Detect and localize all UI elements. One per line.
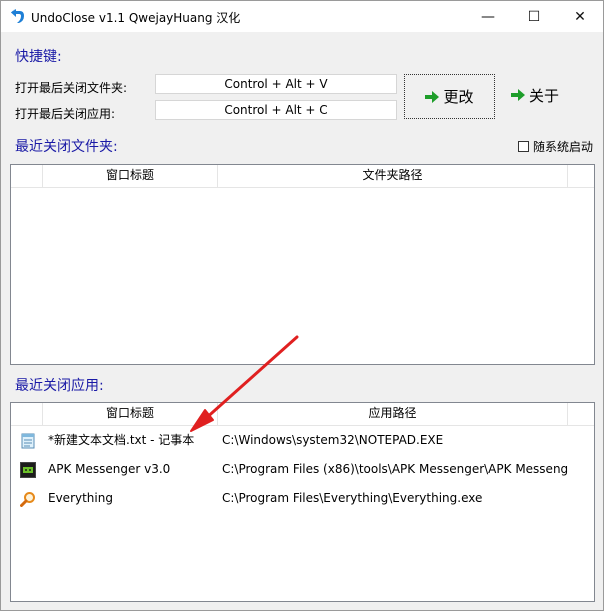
apps-icon-column-header <box>11 403 43 425</box>
undo-arrow-icon <box>11 9 24 23</box>
app-path: C:\Program Files (x86)\tools\APK Messeng… <box>222 462 569 476</box>
about-button[interactable]: 关于 <box>511 83 559 107</box>
autostart-option[interactable]: 随系统启动 <box>518 138 593 155</box>
app-window-title: Everything <box>48 491 113 505</box>
folders-title-column-header[interactable]: 窗口标题 <box>43 165 218 187</box>
title-bar[interactable]: UndoClose v1.1 QwejayHuang 汉化 — ☐ ✕ <box>1 1 603 32</box>
apps-path-column-header[interactable]: 应用路径 <box>218 403 568 425</box>
recent-apps-list[interactable]: 窗口标题 应用路径 *新建文本文档.txt - 记事本 C:\Windows\s… <box>10 402 595 602</box>
folders-path-column-header[interactable]: 文件夹路径 <box>218 165 568 187</box>
window-title: UndoClose v1.1 QwejayHuang 汉化 <box>31 11 241 25</box>
app-hotkey-field[interactable]: Control + Alt + C <box>155 100 397 120</box>
apps-list-header: 窗口标题 应用路径 <box>11 403 594 426</box>
folder-hotkey-label: 打开最后关闭文件夹: <box>15 81 128 95</box>
app-window-title: APK Messenger v3.0 <box>48 462 171 476</box>
close-button[interactable]: ✕ <box>557 1 603 32</box>
table-row[interactable]: APK Messenger v3.0 C:\Program Files (x86… <box>11 455 594 484</box>
apps-section-title: 最近关闭应用: <box>15 378 104 394</box>
recent-folders-list[interactable]: 窗口标题 文件夹路径 <box>10 164 595 365</box>
table-row[interactable]: Everything C:\Program Files\Everything\E… <box>11 484 594 513</box>
minimize-button[interactable]: — <box>465 1 511 32</box>
apps-title-column-header[interactable]: 窗口标题 <box>43 403 218 425</box>
green-arrow-icon <box>425 90 440 103</box>
about-button-label: 关于 <box>529 86 560 105</box>
app-window: UndoClose v1.1 QwejayHuang 汉化 — ☐ ✕ 快捷键:… <box>0 0 604 611</box>
apps-filler-column-header <box>568 403 594 425</box>
hotkeys-section-title: 快捷键: <box>15 49 62 65</box>
folders-icon-column-header <box>11 165 43 187</box>
folder-hotkey-field[interactable]: Control + Alt + V <box>155 74 397 94</box>
notepad-icon <box>21 433 35 449</box>
minimize-icon: — <box>481 8 495 25</box>
table-row[interactable]: *新建文本文档.txt - 记事本 C:\Windows\system32\NO… <box>11 426 594 455</box>
everything-icon <box>20 492 35 507</box>
close-icon: ✕ <box>574 8 586 25</box>
green-arrow-icon <box>511 89 525 101</box>
autostart-checkbox[interactable] <box>518 141 529 152</box>
folders-section-title: 最近关闭文件夹: <box>15 139 118 155</box>
autostart-label: 随系统启动 <box>533 140 594 154</box>
folders-filler-column-header <box>568 165 594 187</box>
maximize-button[interactable]: ☐ <box>511 1 557 32</box>
folders-list-header: 窗口标题 文件夹路径 <box>11 165 594 188</box>
maximize-icon: ☐ <box>527 8 541 25</box>
change-button[interactable]: 更改 <box>404 74 495 119</box>
app-hotkey-label: 打开最后关闭应用: <box>15 107 116 121</box>
app-window-title: *新建文本文档.txt - 记事本 <box>48 433 195 447</box>
change-button-label: 更改 <box>443 88 474 106</box>
apk-messenger-icon <box>20 462 36 478</box>
app-path: C:\Program Files\Everything\Everything.e… <box>222 491 483 505</box>
app-path: C:\Windows\system32\NOTEPAD.EXE <box>222 433 444 447</box>
